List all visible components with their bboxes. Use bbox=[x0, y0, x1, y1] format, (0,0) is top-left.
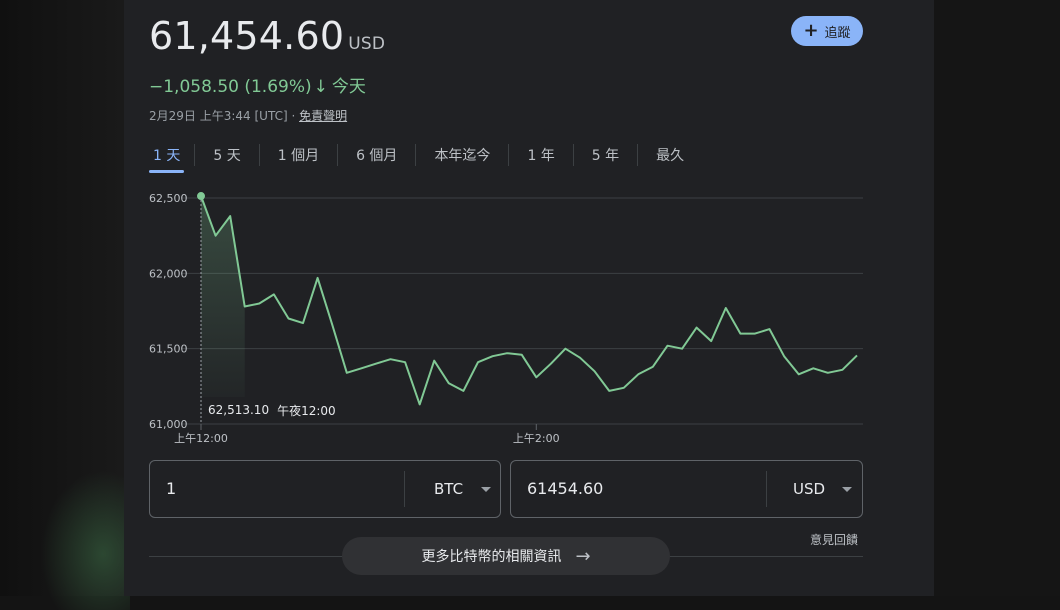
arrow-right-icon: → bbox=[575, 545, 591, 567]
quote-meta: 2月29日 上午3:44 [UTC] · 免責聲明 bbox=[149, 107, 347, 124]
price-display: 61,454.60 USD bbox=[149, 14, 385, 58]
price-change: −1,058.50 (1.69%) ↓ 今天 bbox=[149, 72, 366, 97]
tab-1-year[interactable]: 1 年 bbox=[509, 143, 572, 167]
to-unit-select[interactable]: USD bbox=[793, 480, 825, 498]
y-tick-label: 62,500 bbox=[149, 192, 188, 205]
y-tick-label: 61,000 bbox=[149, 418, 188, 431]
more-info-label: 更多比特幣的相關資訊 bbox=[421, 549, 562, 565]
background-glow bbox=[40, 470, 130, 610]
arrow-down-icon: ↓ bbox=[313, 77, 328, 97]
finance-panel: 61,454.60 USD −1,058.50 (1.69%) ↓ 今天 2月29日 … bbox=[124, 0, 934, 596]
chevron-down-icon[interactable] bbox=[481, 487, 491, 492]
tab-max[interactable]: 最久 bbox=[638, 143, 702, 167]
tab-ytd[interactable]: 本年迄今 bbox=[416, 143, 508, 167]
feedback-link[interactable]: 意見回饋 bbox=[810, 531, 858, 548]
chevron-down-icon[interactable] bbox=[842, 487, 852, 492]
tab-5-days[interactable]: 5 天 bbox=[195, 143, 258, 167]
from-amount-input[interactable]: 1 bbox=[166, 479, 176, 498]
quote-timestamp: 2月29日 上午3:44 [UTC] · bbox=[149, 109, 300, 123]
tooltip-time: 午夜12:00 bbox=[277, 403, 336, 418]
from-unit-select[interactable]: BTC bbox=[434, 480, 463, 498]
change-value: −1,058.50 (1.69%) bbox=[149, 77, 312, 97]
converter-from: 1 BTC bbox=[149, 460, 501, 518]
tab-6-months[interactable]: 6 個月 bbox=[338, 143, 415, 167]
plus-icon: + bbox=[803, 20, 819, 41]
background-right bbox=[934, 0, 1060, 596]
more-info-button[interactable]: 更多比特幣的相關資訊 → bbox=[342, 537, 670, 575]
range-tabs: 1 天 5 天 1 個月 6 個月 本年迄今 1 年 5 年 最久 bbox=[149, 140, 702, 173]
hover-point bbox=[197, 192, 205, 201]
hover-shade bbox=[201, 196, 245, 424]
tab-1-month[interactable]: 1 個月 bbox=[260, 143, 337, 167]
tooltip-value: 62,513.10 bbox=[208, 403, 270, 417]
chart-tooltip: 62,513.10 午夜12:00 bbox=[202, 397, 342, 423]
price-line bbox=[200, 195, 858, 406]
price-currency: USD bbox=[348, 34, 386, 54]
y-tick-label: 61,500 bbox=[149, 343, 188, 356]
x-tick-label: 上午12:00 bbox=[174, 432, 228, 445]
follow-button[interactable]: + 追蹤 bbox=[791, 16, 863, 46]
price-value: 61,454.60 bbox=[149, 14, 345, 58]
x-tick-label: 上午2:00 bbox=[513, 432, 560, 445]
converter-divider bbox=[404, 471, 405, 507]
tab-1-day[interactable]: 1 天 bbox=[149, 143, 194, 173]
converter-divider bbox=[766, 471, 767, 507]
y-tick-label: 62,000 bbox=[149, 267, 188, 280]
follow-button-label: 追蹤 bbox=[824, 25, 851, 41]
tab-5-years[interactable]: 5 年 bbox=[574, 143, 637, 167]
converter-to: 61454.60 USD bbox=[510, 460, 863, 518]
to-amount-input[interactable]: 61454.60 bbox=[527, 479, 603, 498]
disclaimer-link[interactable]: 免責聲明 bbox=[299, 109, 347, 123]
change-period: 今天 bbox=[331, 77, 366, 97]
background-left bbox=[0, 0, 130, 610]
